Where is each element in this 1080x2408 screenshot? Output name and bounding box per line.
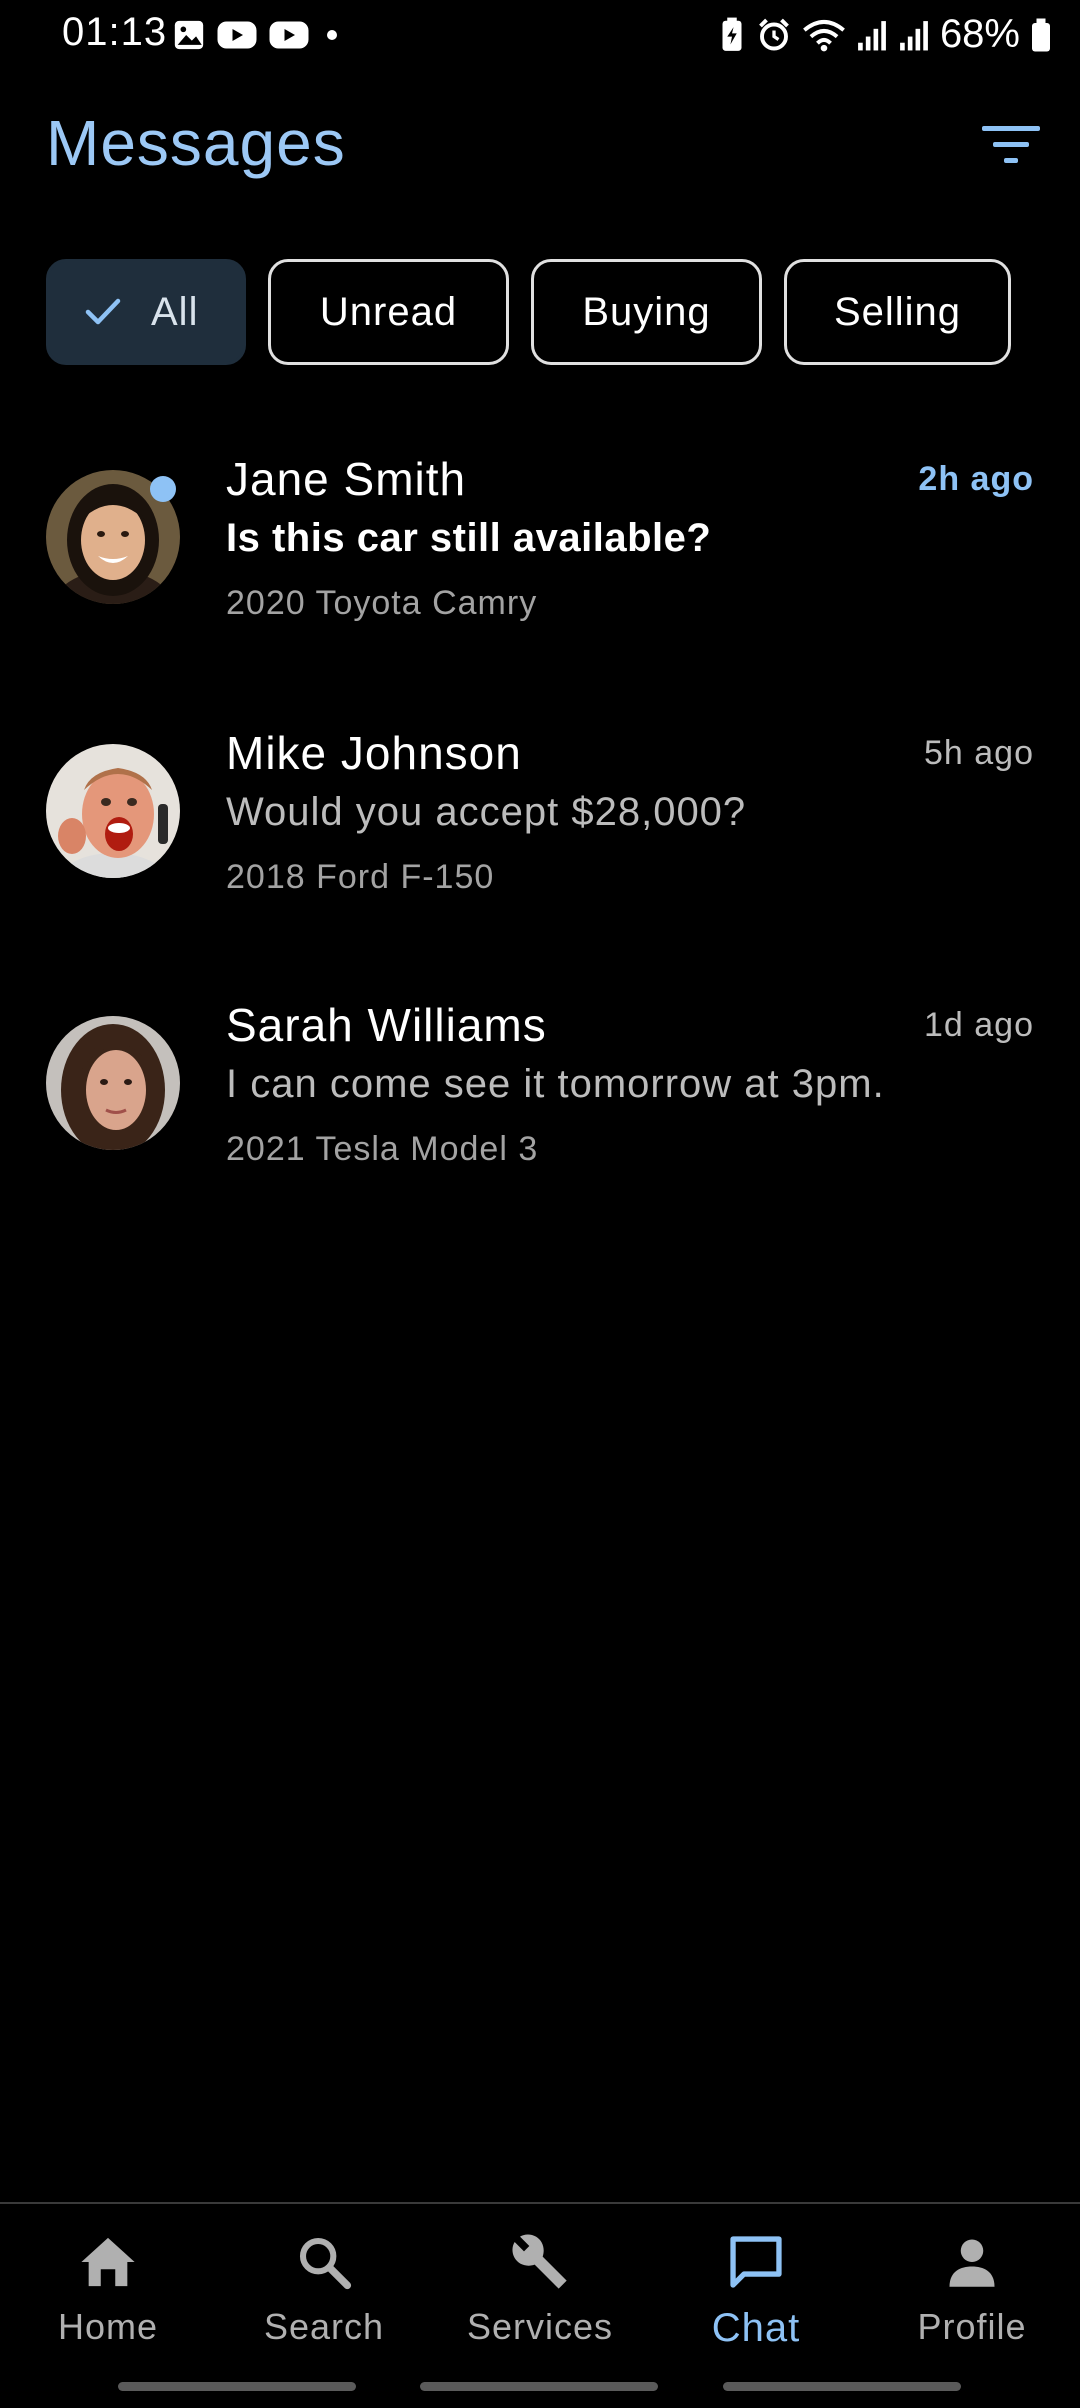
chip-unread[interactable]: Unread <box>268 259 509 365</box>
conversation-item[interactable]: Jane Smith Is this car still available? … <box>0 440 1080 680</box>
unread-indicator <box>150 476 176 502</box>
nav-search-label: Search <box>263 2306 385 2347</box>
conversation-preview: I can come see it tomorrow at 3pm. <box>226 1062 885 1106</box>
alarm-icon <box>759 18 789 50</box>
system-icons: 68% <box>718 12 1052 57</box>
nav-profile-label: Profile <box>917 2306 1027 2347</box>
home-icon <box>79 2224 137 2300</box>
battery-saver-icon <box>722 17 742 51</box>
filter-icon <box>982 126 1040 163</box>
conversation-item[interactable]: Sarah Williams I can come see it tomorro… <box>0 984 1080 1224</box>
gesture-bar[interactable] <box>723 2382 961 2391</box>
youtube-icon <box>217 21 257 49</box>
conversation-preview: Is this car still available? <box>226 516 712 560</box>
conversation-time: 5h ago <box>924 734 1034 772</box>
signal-icon <box>858 20 886 50</box>
chat-icon <box>726 2224 786 2300</box>
avatar <box>46 744 180 878</box>
check-icon <box>85 297 121 327</box>
conversation-vehicle: 2021 Tesla Model 3 <box>226 1130 539 1168</box>
conversation-name: Mike Johnson <box>226 727 522 779</box>
bottom-navigation: Home Search Services Chat Profile <box>0 2202 1080 2408</box>
chip-buying-label: Buying <box>582 289 711 334</box>
battery-icon <box>1032 18 1050 51</box>
conversation-time: 2h ago <box>918 460 1034 498</box>
nav-services[interactable]: Services <box>432 2224 648 2374</box>
status-time: 01:13 <box>62 10 168 54</box>
conversation-vehicle: 2020 Toyota Camry <box>226 584 538 622</box>
conversation-time: 1d ago <box>924 1006 1034 1044</box>
messages-screen: 01:13 68% Messages All Unread Buying Sel… <box>0 0 1080 2408</box>
chip-unread-label: Unread <box>319 289 458 334</box>
notification-icons <box>172 18 344 52</box>
status-bar: 01:13 68% <box>0 0 1080 72</box>
conversation-name: Jane Smith <box>226 453 467 505</box>
conversation-name: Sarah Williams <box>226 999 547 1051</box>
conversation-item[interactable]: Mike Johnson Would you accept $28,000? 2… <box>0 712 1080 952</box>
conversation-preview: Would you accept $28,000? <box>226 790 747 834</box>
wrench-icon <box>508 2224 572 2300</box>
conversation-vehicle: 2018 Ford F-150 <box>226 858 495 896</box>
nav-profile[interactable]: Profile <box>864 2224 1080 2374</box>
chip-selling[interactable]: Selling <box>784 259 1011 365</box>
nav-chat[interactable]: Chat <box>648 2224 864 2374</box>
signal-icon <box>900 20 928 50</box>
gesture-bar[interactable] <box>420 2382 658 2391</box>
dot-icon <box>327 30 337 40</box>
filter-button[interactable] <box>978 118 1044 170</box>
chip-buying[interactable]: Buying <box>531 259 762 365</box>
chip-all[interactable]: All <box>46 259 246 365</box>
search-icon <box>296 2224 352 2300</box>
nav-home-label: Home <box>57 2306 159 2347</box>
chip-selling-label: Selling <box>833 289 962 334</box>
gesture-bar[interactable] <box>118 2382 356 2391</box>
page-title: Messages <box>46 107 346 179</box>
chip-all-label: All <box>151 289 199 334</box>
wifi-icon <box>803 19 845 51</box>
nav-home[interactable]: Home <box>0 2224 216 2374</box>
youtube-icon <box>269 21 309 49</box>
avatar <box>46 1016 180 1150</box>
nav-search[interactable]: Search <box>216 2224 432 2374</box>
nav-services-label: Services <box>466 2306 614 2347</box>
person-icon <box>945 2224 999 2300</box>
battery-percent: 68% <box>939 12 1020 56</box>
nav-chat-label: Chat <box>711 2306 801 2350</box>
gallery-icon <box>174 20 204 50</box>
